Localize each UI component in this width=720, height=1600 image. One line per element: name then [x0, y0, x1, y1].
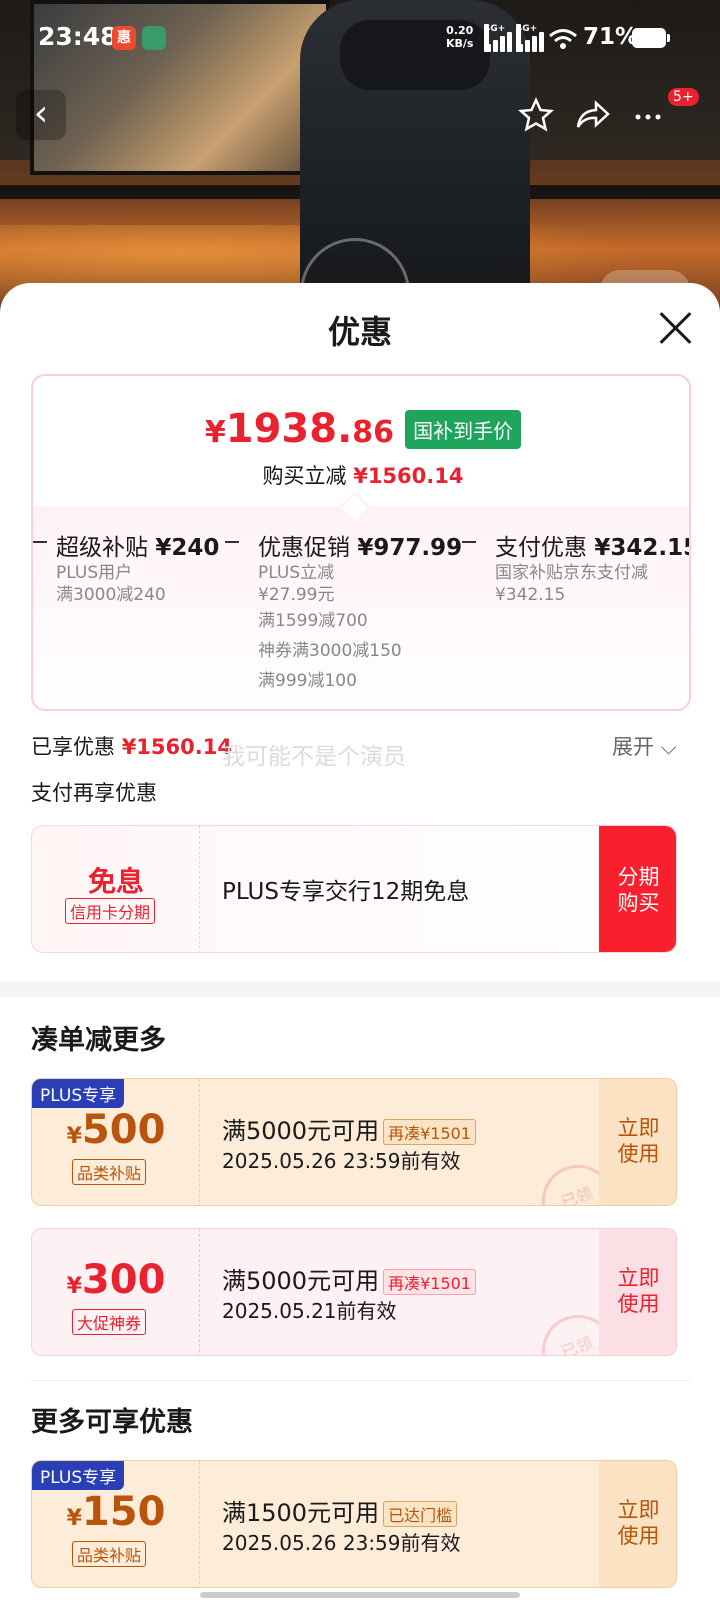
purchase-discount-row: 购买立减 ¥1560.14: [33, 460, 689, 490]
notification-avatar-icon: [142, 26, 166, 50]
final-price-row: ¥1938.86 国补到手价: [33, 406, 689, 452]
status-bar: 23:48 惠 0.20 KB/s 4G+ 4G+ 71%: [0, 0, 720, 78]
coupon-condition: 满5000元可用 再凑¥1501: [222, 1261, 476, 1296]
close-icon[interactable]: [654, 307, 696, 349]
interest-free-label: 免息: [87, 865, 144, 898]
installment-card[interactable]: 免息 信用卡分期 PLUS专享交行12期免息 分期 购买: [31, 825, 677, 953]
wifi-icon: [549, 29, 577, 49]
cart-badge: 5+: [668, 88, 699, 106]
discount-sheet: 优惠 ¥1938.86 国补到手价 购买立减 ¥1560.14 超级补贴 ¥24…: [0, 283, 720, 1600]
coupon-amount: ¥300: [66, 1257, 166, 1303]
coupon-expiry: 2025.05.26 23:59前有效: [222, 1149, 461, 1173]
coupon-card: ¥300 大促神券 满5000元可用 再凑¥1501 2025.05.21前有效 …: [31, 1228, 677, 1356]
favorite-star-icon[interactable]: [516, 95, 556, 135]
coupon-expiry: 2025.05.26 23:59前有效: [222, 1531, 461, 1555]
back-button[interactable]: ‹: [16, 90, 66, 140]
minus-sign: [33, 541, 47, 543]
product-nav-bar: ‹ 5+: [0, 88, 720, 146]
discount-column-payment: 支付优惠 ¥342.15 国家补贴京东支付减 ¥342.15: [495, 535, 691, 605]
minus-sign: [462, 541, 476, 543]
share-icon[interactable]: [572, 95, 612, 135]
coupon-gap-tag: 再凑¥1501: [383, 1269, 476, 1295]
combine-section-title: 凑单减更多: [31, 1025, 166, 1056]
subsidy-price-tag: 国补到手价: [405, 409, 522, 449]
plus-exclusive-badge: PLUS专享: [32, 1461, 125, 1490]
coupon-condition: 满1500元可用 已达门槛: [222, 1493, 458, 1528]
sheet-title: 优惠: [327, 313, 392, 351]
credit-installment-tag: 信用卡分期: [65, 898, 156, 924]
save-amount: ¥1560.14: [353, 464, 464, 488]
net-speed-unit: KB/s: [446, 37, 474, 50]
coupon-kind: 大促神券: [72, 1309, 147, 1335]
use-coupon-button[interactable]: 立即 使用: [599, 1079, 676, 1205]
coupon-kind: 品类补贴: [72, 1159, 147, 1185]
sim1-signal-icon: 4G+: [484, 24, 512, 52]
clock: 23:48: [38, 22, 118, 51]
save-label: 购买立减: [262, 464, 347, 488]
net-speed-value: 0.20: [446, 24, 474, 37]
coupon-card: PLUS专享 ¥500 品类补贴 满5000元可用 再凑¥1501 2025.05…: [31, 1078, 677, 1206]
home-indicator[interactable]: [200, 1592, 520, 1598]
coupon-condition: 满5000元可用 再凑¥1501: [222, 1111, 476, 1146]
network-speed: 0.20 KB/s: [446, 24, 473, 50]
discount-column-super-subsidy: 超级补贴 ¥240 PLUS用户 满3000减240: [56, 535, 220, 605]
section-divider: [0, 981, 720, 997]
enjoyed-discount: 已享优惠 ¥1560.14: [31, 735, 232, 759]
watermark-text: 我可能不是个演员: [222, 744, 406, 770]
plus-exclusive-badge: PLUS专享: [32, 1079, 125, 1108]
price-summary-card: ¥1938.86 国补到手价 购买立减 ¥1560.14 超级补贴 ¥240 P…: [31, 374, 691, 711]
coupon-expiry: 2025.05.21前有效: [222, 1299, 397, 1323]
expand-button[interactable]: 展开 ⌵: [612, 731, 677, 761]
coupon-amount: ¥150: [66, 1489, 166, 1535]
section-divider: [31, 1380, 691, 1381]
installment-description: PLUS专享交行12期免息: [222, 879, 470, 905]
more-section-title: 更多可享优惠: [31, 1407, 193, 1438]
final-price: ¥1938.86: [204, 406, 395, 452]
installment-buy-button[interactable]: 分期 购买: [599, 826, 676, 952]
use-coupon-button[interactable]: 立即 使用: [599, 1229, 676, 1355]
notification-app-icon: 惠: [112, 26, 136, 50]
coupon-kind: 品类补贴: [72, 1541, 147, 1567]
discount-column-promotion: 优惠促销 ¥977.99 PLUS立减 ¥27.99元 满1599减700 神券…: [258, 535, 463, 691]
battery-icon: [632, 28, 670, 48]
minus-sign: [225, 541, 239, 543]
battery-percent: 71%: [583, 24, 639, 50]
sim2-signal-icon: 4G+: [516, 24, 544, 52]
more-options-icon[interactable]: [628, 95, 668, 135]
coupon-gap-tag: 再凑¥1501: [383, 1119, 476, 1145]
use-coupon-button[interactable]: 立即 使用: [599, 1461, 676, 1587]
coupon-threshold-tag: 已达门槛: [383, 1501, 458, 1527]
pay-section-title: 支付再享优惠: [31, 781, 157, 805]
coupon-amount: ¥500: [66, 1107, 166, 1153]
coupon-card: PLUS专享 ¥150 品类补贴 满1500元可用 已达门槛 2025.05.26…: [31, 1460, 677, 1588]
